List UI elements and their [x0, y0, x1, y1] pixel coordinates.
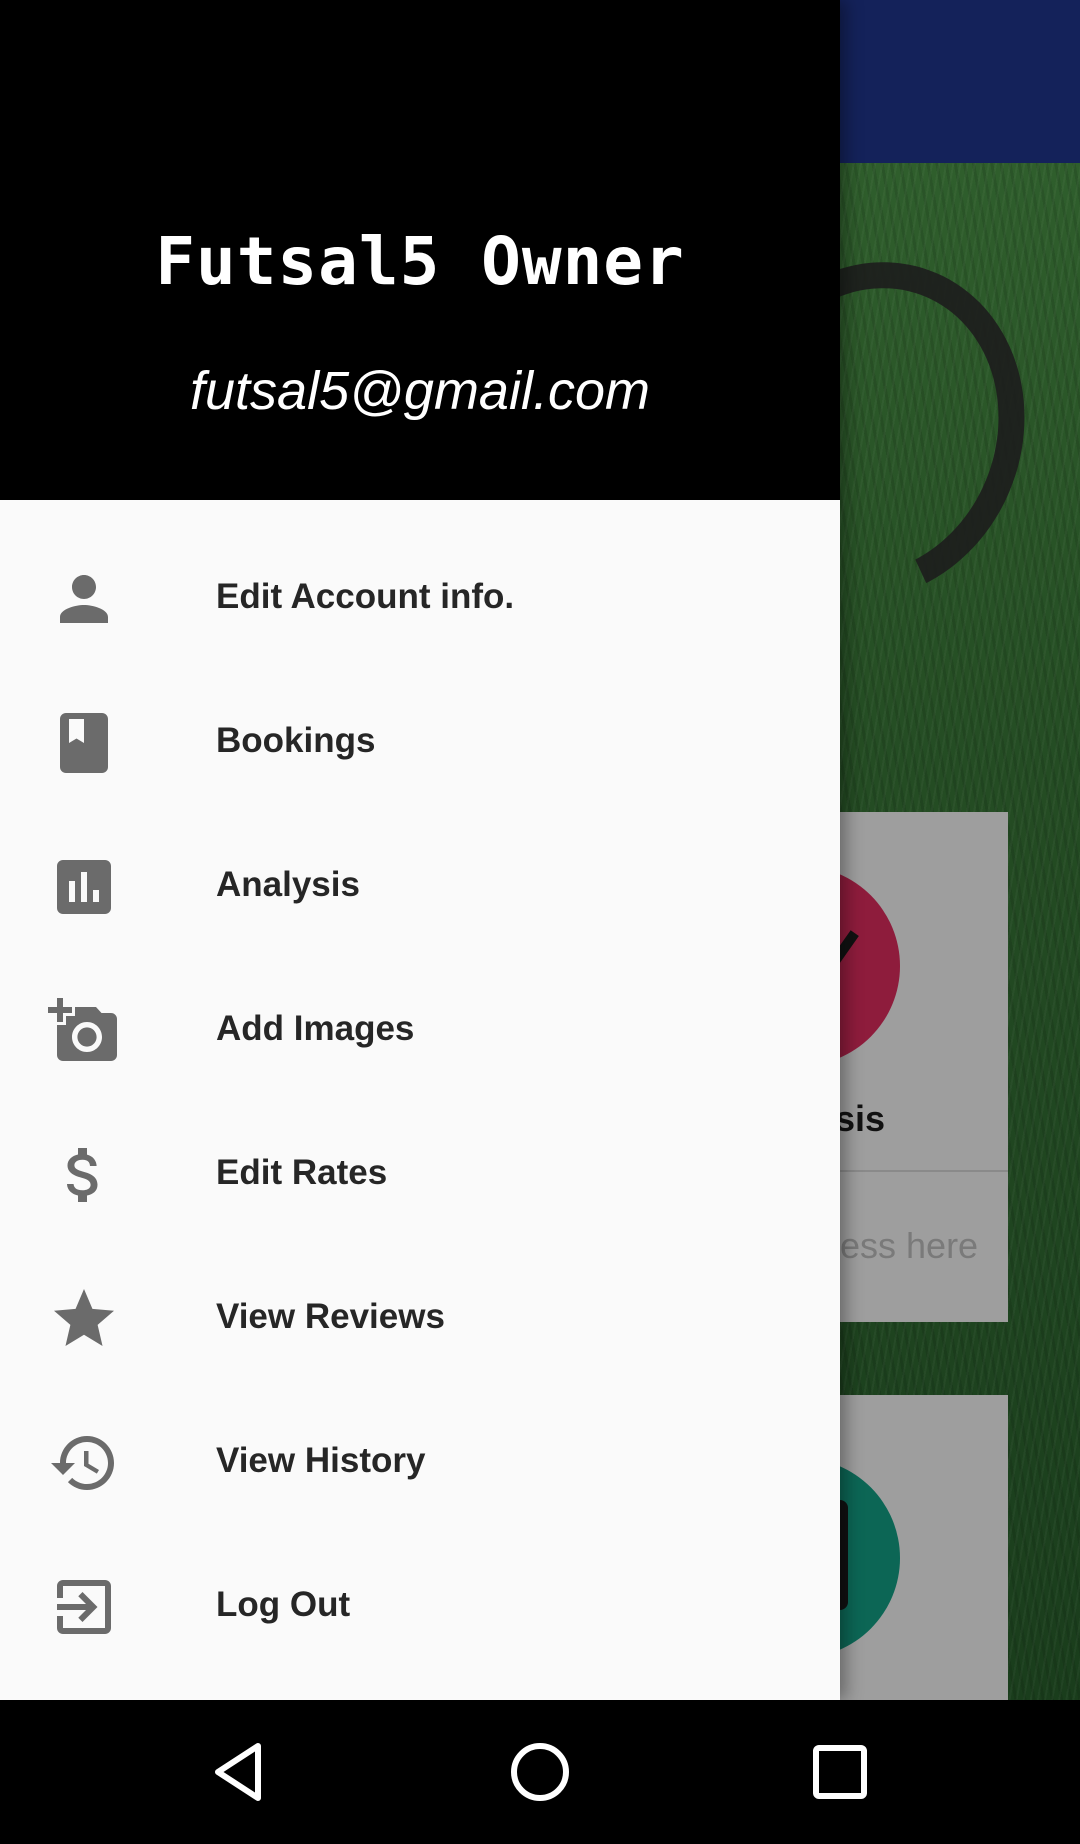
card-title-fragment: sis: [835, 1098, 886, 1139]
drawer-menu: Edit Account info. Bookings Analysis Add…: [0, 525, 840, 1677]
add-camera-icon: [44, 991, 124, 1071]
card-hint-fragment: ess here: [840, 1225, 979, 1266]
menu-item-analysis[interactable]: Analysis: [0, 813, 840, 957]
menu-item-view-reviews[interactable]: View Reviews: [0, 1245, 840, 1389]
menu-item-log-out[interactable]: Log Out: [0, 1533, 840, 1677]
menu-item-label: Log Out: [216, 1585, 351, 1624]
drawer-header: Futsal5 Owner futsal5@gmail.com: [0, 0, 840, 500]
back-button[interactable]: [190, 1722, 290, 1822]
home-button[interactable]: [490, 1722, 590, 1822]
screen: sis ess here Futsal5 Owner futsal5@gmail…: [0, 0, 1080, 1844]
home-icon: [511, 1743, 569, 1801]
logout-icon: [44, 1567, 124, 1647]
menu-item-label: Analysis: [216, 865, 360, 904]
menu-item-edit-rates[interactable]: Edit Rates: [0, 1101, 840, 1245]
menu-item-label: View Reviews: [216, 1297, 445, 1336]
menu-item-edit-account[interactable]: Edit Account info.: [0, 525, 840, 669]
dollar-icon: [44, 1135, 124, 1215]
history-icon: [44, 1423, 124, 1503]
navigation-drawer: Futsal5 Owner futsal5@gmail.com Edit Acc…: [0, 0, 840, 1700]
owner-email: futsal5@gmail.com: [190, 361, 650, 421]
owner-name: Futsal5 Owner: [155, 223, 685, 300]
back-icon: [215, 1743, 261, 1801]
bookmark-book-icon: [44, 703, 124, 783]
recents-button[interactable]: [790, 1722, 890, 1822]
recents-icon: [813, 1745, 867, 1799]
menu-item-bookings[interactable]: Bookings: [0, 669, 840, 813]
bar-chart-icon: [44, 847, 124, 927]
menu-item-add-images[interactable]: Add Images: [0, 957, 840, 1101]
menu-item-label: Add Images: [216, 1009, 415, 1048]
star-icon: [44, 1279, 124, 1359]
menu-item-label: View History: [216, 1441, 426, 1480]
person-icon: [44, 559, 124, 639]
menu-item-label: Edit Account info.: [216, 577, 515, 616]
menu-item-view-history[interactable]: View History: [0, 1389, 840, 1533]
menu-item-label: Bookings: [216, 721, 376, 760]
system-nav-bar: [0, 1700, 1080, 1844]
menu-item-label: Edit Rates: [216, 1153, 388, 1192]
